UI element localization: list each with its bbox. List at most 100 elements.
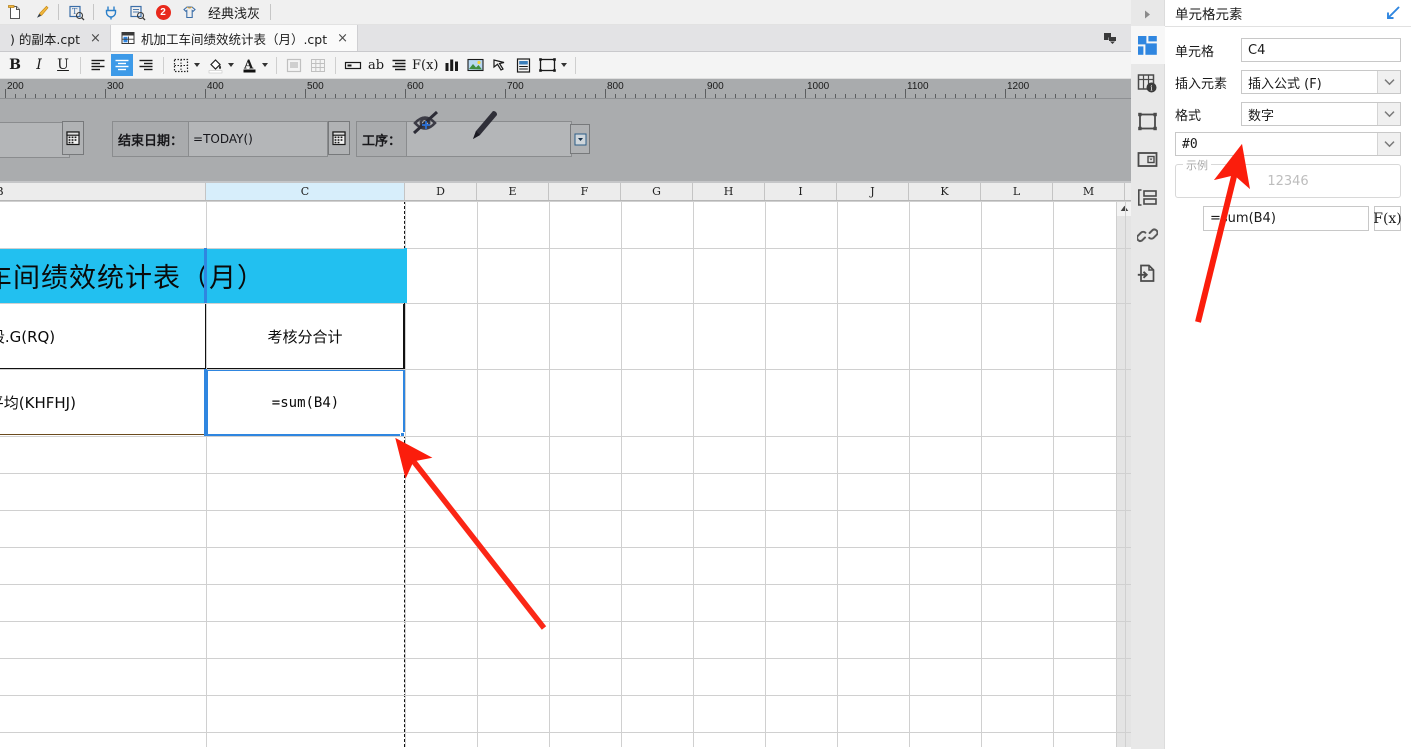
ruler-tick-minor xyxy=(775,94,776,98)
hyperlink-icon[interactable] xyxy=(1131,216,1165,254)
export-icon[interactable] xyxy=(1131,254,1165,292)
quick-access-toolbar: T 2 经典浅灰 xyxy=(0,0,1131,25)
ruler-tick-minor xyxy=(755,94,756,98)
calendar-icon[interactable] xyxy=(328,121,350,155)
align-center-icon[interactable] xyxy=(111,54,133,76)
column-header-K[interactable]: K xyxy=(909,183,981,200)
theme-shirt-icon[interactable] xyxy=(176,1,202,24)
chevron-down-icon[interactable] xyxy=(1377,103,1400,125)
ruler-tick-minor xyxy=(365,94,366,98)
process-field[interactable]: 工序： xyxy=(356,121,572,157)
column-header-H[interactable]: H xyxy=(693,183,765,200)
combo-dropdown-icon[interactable] xyxy=(570,124,590,154)
panel-title: 单元格元素 xyxy=(1175,7,1243,23)
grid-icon[interactable] xyxy=(307,54,329,76)
column-header-L[interactable]: L xyxy=(981,183,1053,200)
report-block-icon[interactable] xyxy=(513,54,535,76)
italic-button[interactable]: I xyxy=(28,54,50,76)
column-header-G[interactable]: G xyxy=(621,183,693,200)
align-right-icon[interactable] xyxy=(135,54,157,76)
bold-button[interactable]: B xyxy=(4,54,26,76)
chart-icon[interactable] xyxy=(441,54,463,76)
arrow-icon[interactable] xyxy=(489,54,511,76)
cell-C4-selected[interactable]: =sum(B4) xyxy=(206,369,405,436)
column-header-I[interactable]: I xyxy=(765,183,837,200)
grid-line-horizontal xyxy=(0,369,1131,370)
font-color-icon[interactable]: A xyxy=(238,54,260,76)
end-date-label: 结束日期： xyxy=(118,133,184,149)
insert-element-select[interactable]: 插入公式 (F) xyxy=(1241,70,1401,94)
cell-C3[interactable]: 考核分合计 xyxy=(206,303,404,369)
spreadsheet-grid[interactable]: 车间绩效统计表（月） 主表字段.G(RQ) 考核分合计 主表字段.平均(KHFH… xyxy=(0,201,1131,747)
formula-input[interactable]: =sum(B4) xyxy=(1203,206,1369,231)
format-pattern-select[interactable]: #0 xyxy=(1175,132,1401,156)
cell-B3[interactable]: 主表字段.G(RQ) xyxy=(0,303,206,369)
textbox-icon[interactable] xyxy=(342,54,364,76)
close-icon[interactable]: × xyxy=(337,31,348,46)
chevron-down-icon[interactable] xyxy=(194,63,200,67)
tab-active-report[interactable]: 机加工车间绩效统计表（月）.cpt × xyxy=(110,25,359,51)
abc-text-button[interactable]: ab xyxy=(366,54,386,76)
widget-settings-icon[interactable] xyxy=(1131,140,1165,178)
scroll-up-icon[interactable] xyxy=(1117,201,1131,216)
column-header-B[interactable]: B xyxy=(0,183,206,200)
ruler-label: 400 xyxy=(207,81,224,92)
format-brush-icon[interactable] xyxy=(28,1,54,24)
image-icon[interactable] xyxy=(465,54,487,76)
end-date-input[interactable]: =TODAY() xyxy=(188,122,327,156)
tab-copy-file[interactable]: ) 的副本.cpt × xyxy=(0,25,111,51)
search-preview-icon[interactable] xyxy=(124,1,150,24)
paragraph-icon[interactable] xyxy=(388,54,410,76)
expand-arrow-icon[interactable] xyxy=(1131,2,1165,26)
column-header-M[interactable]: M xyxy=(1053,183,1125,200)
column-header-F[interactable]: F xyxy=(549,183,621,200)
notification-badge[interactable]: 2 xyxy=(150,1,176,24)
chevron-down-icon[interactable] xyxy=(262,63,268,67)
chevron-down-icon[interactable] xyxy=(560,63,567,67)
formula-label: F(x) xyxy=(412,57,439,73)
process-input[interactable] xyxy=(406,122,571,156)
column-header-E[interactable]: E xyxy=(477,183,549,200)
column-header-row[interactable]: BCDEFGHIJKLM xyxy=(0,183,1131,201)
cell-attribute-icon[interactable]: i xyxy=(1131,64,1165,102)
column-header-D[interactable]: D xyxy=(405,183,477,200)
column-header-J[interactable]: J xyxy=(837,183,909,200)
merge-cells-icon[interactable] xyxy=(283,54,305,76)
column-header-C[interactable]: C xyxy=(206,183,405,200)
plug-icon[interactable] xyxy=(98,1,124,24)
border-icon[interactable] xyxy=(170,54,192,76)
cell-B4[interactable]: 主表字段.平均(KHFHJ) xyxy=(0,369,206,435)
vertical-scrollbar[interactable] xyxy=(1116,201,1131,747)
text-preview-icon[interactable]: T xyxy=(63,1,89,24)
chevron-down-icon[interactable] xyxy=(1377,71,1400,93)
new-file-icon[interactable] xyxy=(2,1,28,24)
formula-icon[interactable]: F(x) xyxy=(412,54,439,76)
align-left-icon[interactable] xyxy=(87,54,109,76)
start-date-field-truncated[interactable] xyxy=(0,122,70,158)
formula-editor-button[interactable]: F(x) xyxy=(1373,206,1402,231)
collapse-arrow-icon[interactable] xyxy=(1385,5,1401,21)
horizontal-ruler[interactable]: 200 300 400 500 600 700 800 900 1000 1100 1200 xyxy=(0,79,1131,99)
ruler-tick-minor xyxy=(335,94,336,98)
grid-line-vertical xyxy=(1053,201,1054,747)
tab-list-icon[interactable] xyxy=(1103,31,1119,46)
chevron-down-icon[interactable] xyxy=(1377,133,1400,155)
theme-label[interactable]: 经典浅灰 xyxy=(202,3,266,22)
calendar-icon[interactable] xyxy=(62,121,84,155)
end-date-field[interactable]: 结束日期： =TODAY() xyxy=(112,121,328,157)
cell-B2-title[interactable]: 车间绩效统计表（月） xyxy=(0,248,404,303)
cell-element-icon[interactable] xyxy=(1130,26,1165,64)
ruler-tick-minor xyxy=(465,94,466,98)
format-label: 格式 xyxy=(1175,108,1202,124)
ruler-tick-minor xyxy=(345,94,346,98)
underline-button[interactable]: U xyxy=(52,54,74,76)
format-select[interactable]: 数字 xyxy=(1241,102,1401,126)
cell-ref-input[interactable]: C4 xyxy=(1241,38,1401,62)
start-date-input[interactable] xyxy=(0,123,69,157)
chevron-down-icon[interactable] xyxy=(228,63,234,67)
frame-attribute-icon[interactable] xyxy=(1131,102,1165,140)
close-icon[interactable]: × xyxy=(90,31,101,46)
condition-attribute-icon[interactable] xyxy=(1131,178,1165,216)
frame-icon[interactable] xyxy=(537,54,559,76)
fill-color-icon[interactable] xyxy=(204,54,226,76)
